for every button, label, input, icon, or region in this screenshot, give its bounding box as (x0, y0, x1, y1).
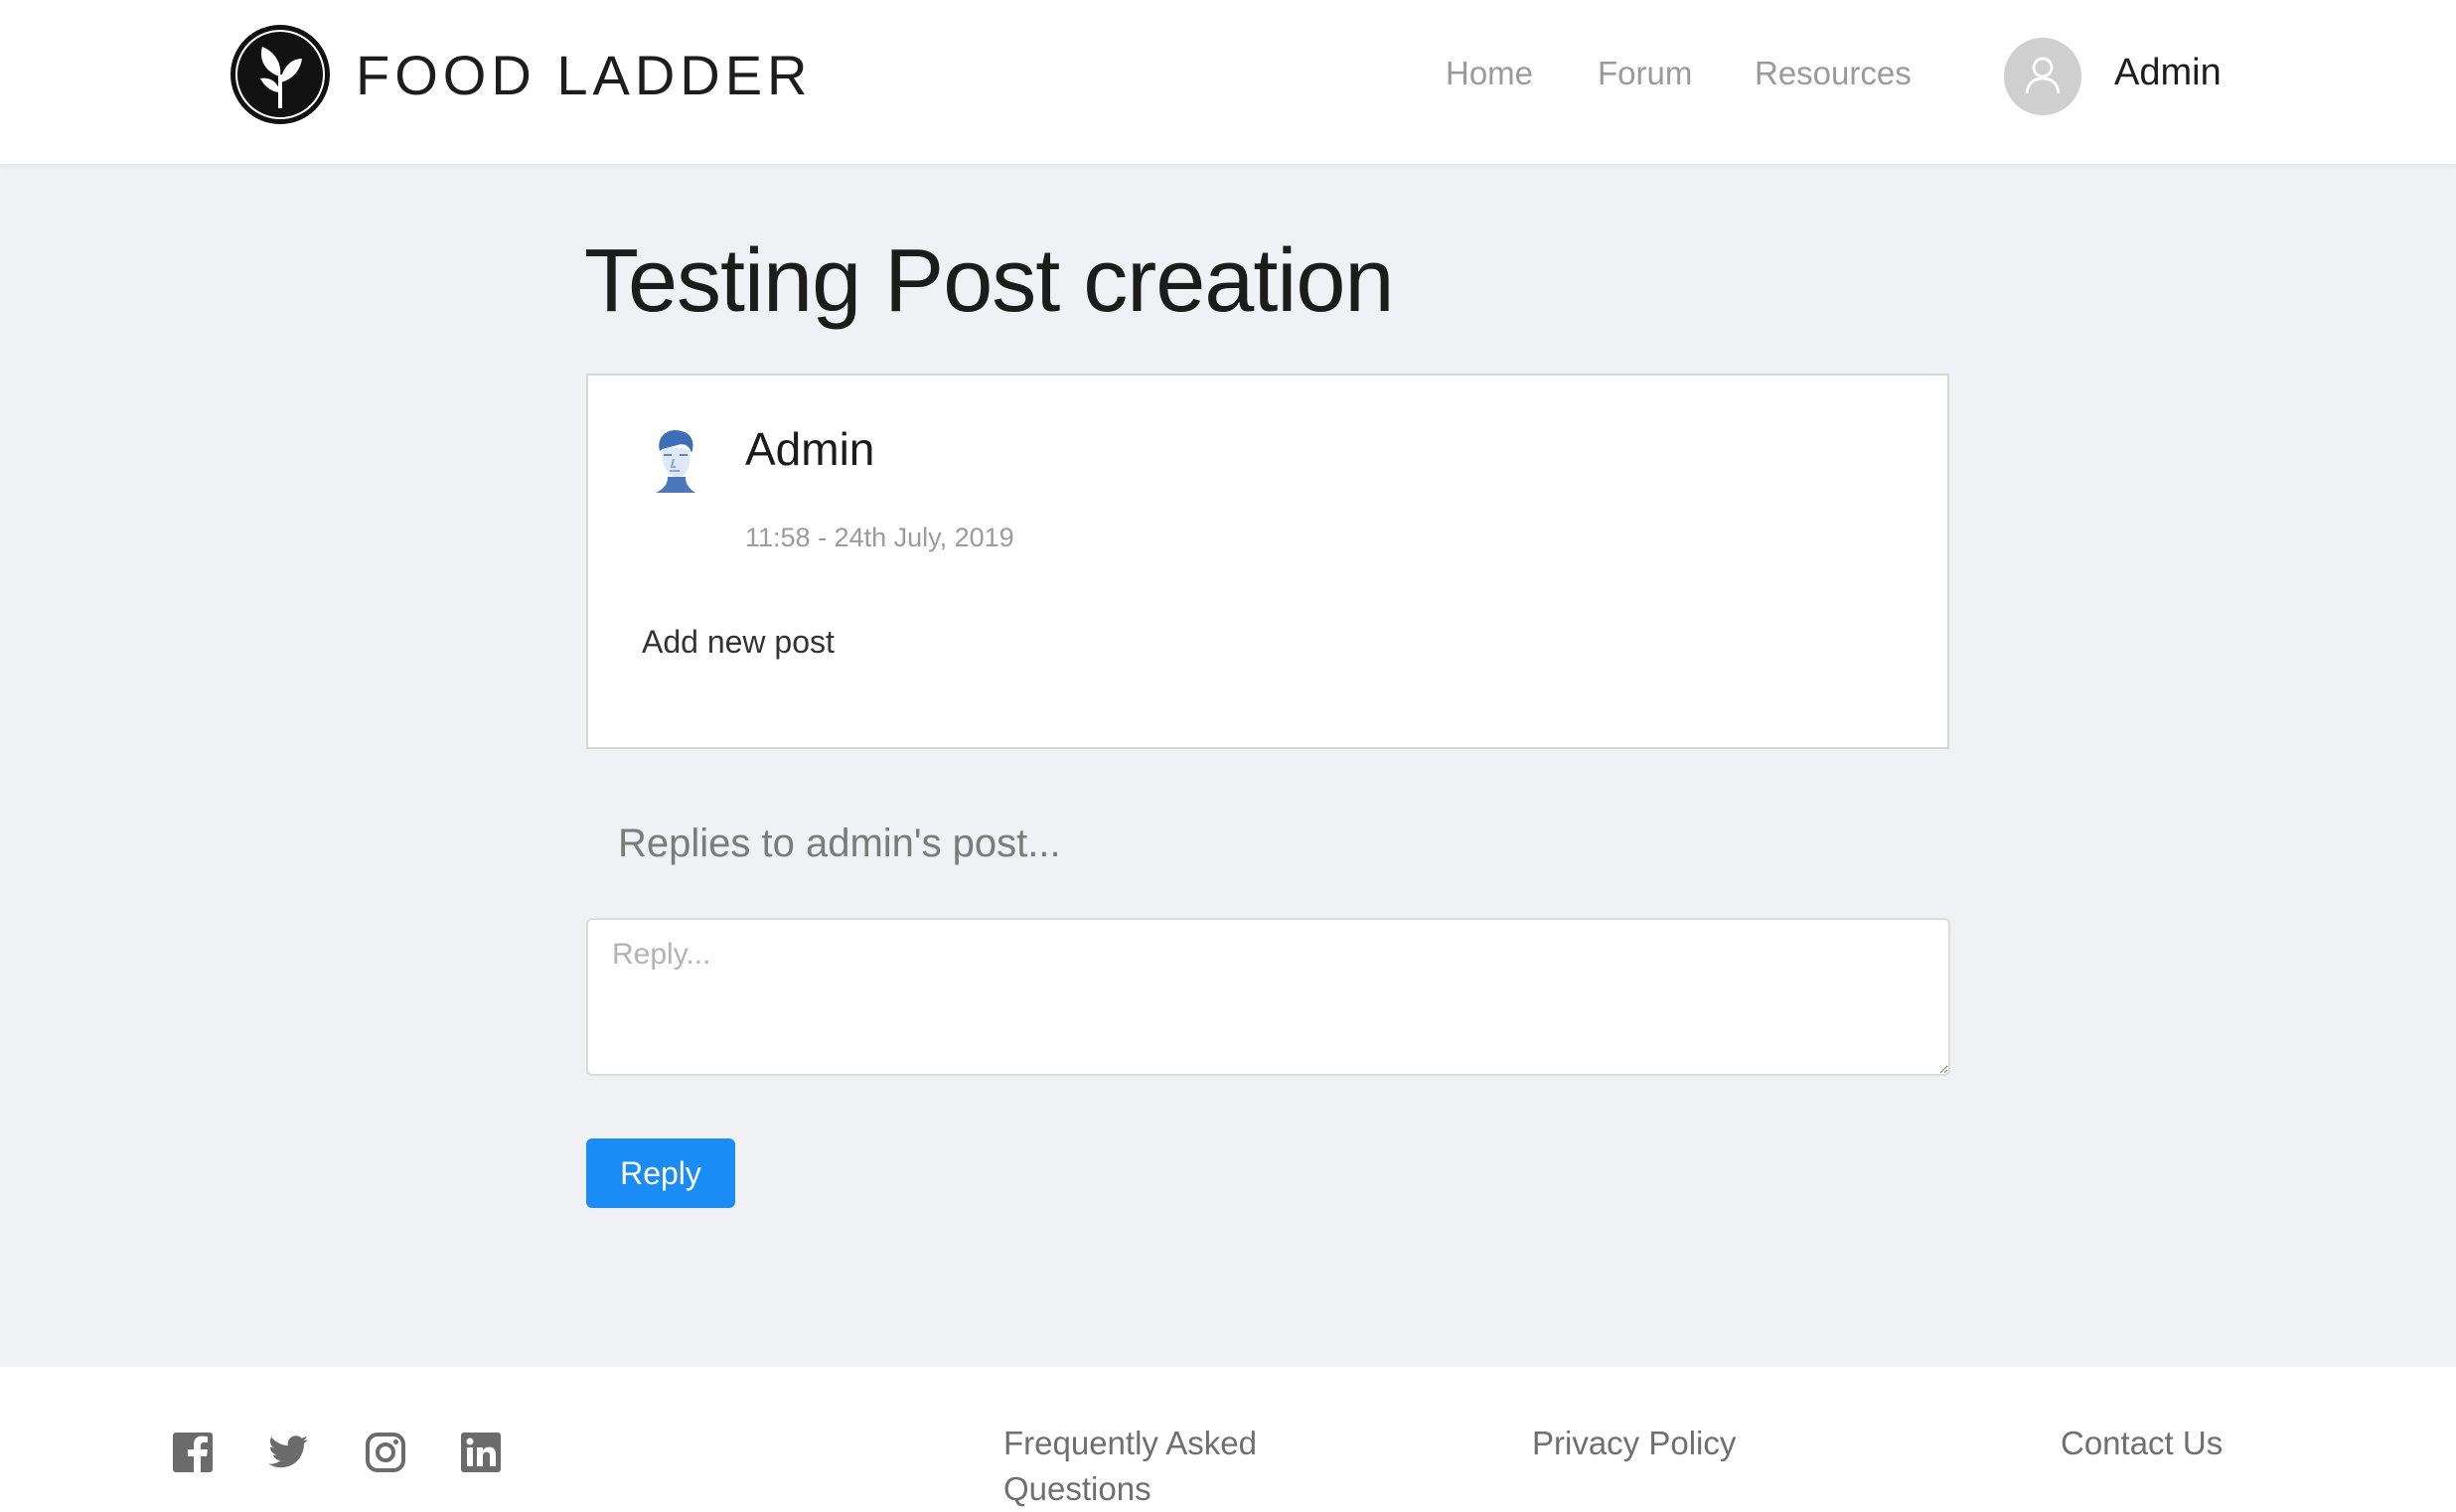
linkedin-icon[interactable] (459, 1431, 503, 1474)
twitter-icon[interactable] (266, 1431, 310, 1474)
reply-button[interactable]: Reply (586, 1138, 735, 1208)
footer-contact-link[interactable]: Contact Us (2061, 1421, 2223, 1466)
brand-name[interactable]: FOOD LADDER (356, 42, 813, 109)
footer-faq-link[interactable]: Frequently Asked Questions (1003, 1421, 1302, 1512)
post-author[interactable]: Admin (745, 421, 874, 477)
footer-privacy-link[interactable]: Privacy Policy (1532, 1421, 1736, 1466)
instagram-icon[interactable] (364, 1431, 407, 1474)
user-avatar[interactable] (2004, 38, 2081, 115)
page-title: Testing Post creation (584, 231, 1394, 331)
site-header: FOOD LADDER Home Forum Resources Admin (0, 0, 2456, 164)
reply-input[interactable] (586, 918, 1950, 1076)
author-avatar (646, 425, 701, 493)
nav-home-link[interactable]: Home (1446, 52, 1533, 95)
post-body: Add new post (642, 624, 835, 660)
user-icon (2025, 57, 2061, 94)
post-timestamp: 11:58 - 24th July, 2019 (745, 523, 1014, 552)
food-ladder-logo-icon[interactable] (229, 23, 332, 126)
post-card: Admin 11:58 - 24th July, 2019 Add new po… (586, 374, 1949, 749)
replies-heading: Replies to admin's post... (618, 822, 1061, 865)
user-name-menu[interactable]: Admin (2114, 50, 2222, 95)
nav-forum-link[interactable]: Forum (1598, 52, 1692, 95)
facebook-icon[interactable] (171, 1431, 215, 1474)
nav-resources-link[interactable]: Resources (1755, 52, 1912, 95)
